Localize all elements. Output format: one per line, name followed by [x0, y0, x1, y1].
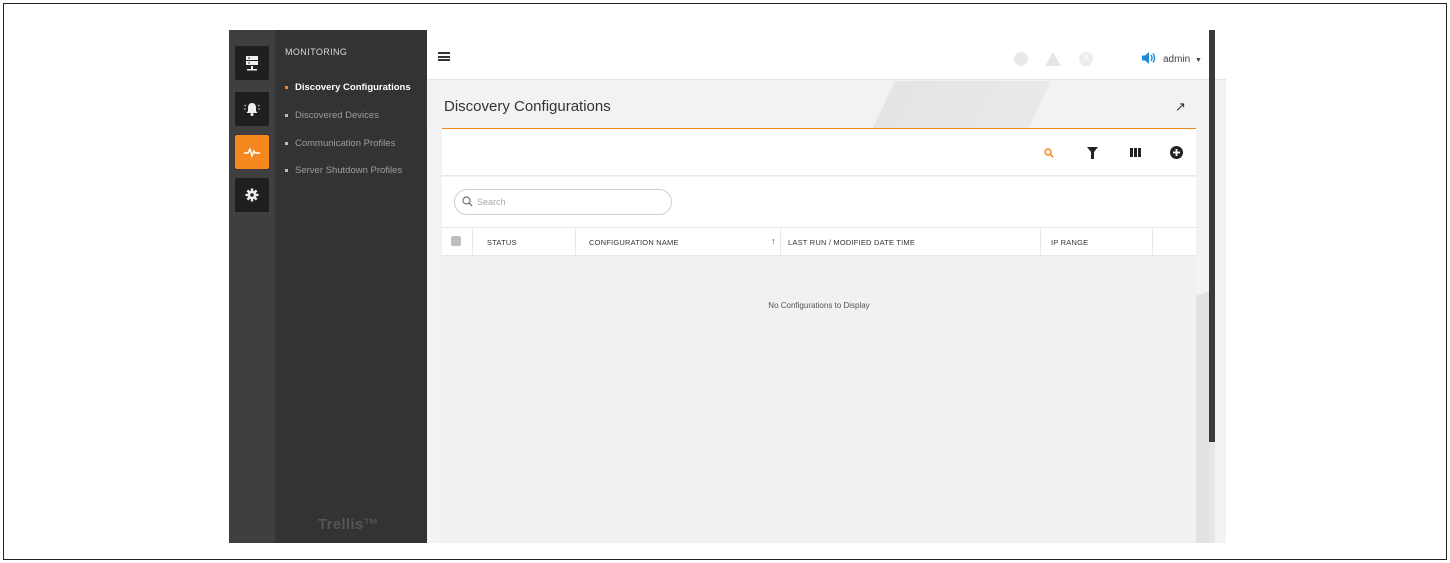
top-bar: ✕ admin ▼: [427, 30, 1226, 80]
pulse-icon[interactable]: [235, 135, 269, 169]
user-menu[interactable]: admin ▼: [1163, 54, 1202, 65]
scrollbar[interactable]: [1209, 30, 1215, 543]
sort-ascending-icon[interactable]: ↑: [771, 236, 776, 246]
icon-rail: [229, 30, 275, 543]
column-header-configuration-name[interactable]: CONFIGURATION NAME: [589, 238, 679, 247]
column-divider: [1152, 228, 1153, 256]
error-status-icon[interactable]: ✕: [1079, 52, 1093, 66]
add-configuration-icon[interactable]: [1170, 146, 1183, 159]
chevron-down-icon: ▼: [1195, 57, 1202, 64]
speaker-icon[interactable]: [1141, 51, 1157, 65]
bullet: [285, 142, 288, 145]
nav-item-discovery-configurations[interactable]: Discovery Configurations: [285, 82, 411, 93]
sidebar-nav: MONITORING Discovery Configurations Disc…: [275, 30, 427, 543]
warning-status-icon[interactable]: [1045, 52, 1061, 66]
nav-item-label: Communication Profiles: [295, 138, 396, 149]
info-status-icon[interactable]: [1014, 52, 1028, 66]
main-content: ✕ admin ▼ Discovery Configurations ↗ Sea…: [427, 30, 1226, 543]
column-header-ip-range[interactable]: IP RANGE: [1051, 238, 1088, 247]
expand-icon[interactable]: ↗: [1175, 99, 1186, 115]
server-icon[interactable]: [235, 46, 269, 80]
decorative-edge: [1196, 128, 1209, 543]
search-row: [442, 177, 1196, 227]
columns-icon[interactable]: [1130, 148, 1141, 157]
card-toolbar: [442, 129, 1196, 176]
column-header-last-run[interactable]: LAST RUN / MODIFIED DATE TIME: [788, 238, 915, 247]
hamburger-menu-icon[interactable]: [438, 52, 450, 61]
bullet: [285, 86, 288, 89]
table-header: STATUS CONFIGURATION NAME ↑ LAST RUN / M…: [442, 227, 1196, 256]
search-box[interactable]: [454, 189, 672, 215]
column-divider: [1040, 228, 1041, 256]
app-window: MONITORING Discovery Configurations Disc…: [229, 30, 1226, 543]
brand-logo: Trellis™: [318, 516, 379, 533]
panel-header: Discovery Configurations ↗: [427, 81, 1226, 128]
nav-item-label: Discovered Devices: [295, 110, 379, 121]
column-header-status[interactable]: STATUS: [487, 238, 517, 247]
nav-section-title: MONITORING: [285, 47, 348, 57]
nav-item-label: Server Shutdown Profiles: [295, 165, 403, 176]
scrollbar-thumb[interactable]: [1209, 30, 1215, 442]
nav-item-server-shutdown-profiles[interactable]: Server Shutdown Profiles: [285, 165, 402, 176]
nav-item-communication-profiles[interactable]: Communication Profiles: [285, 138, 395, 149]
search-input[interactable]: [477, 195, 657, 209]
bullet: [285, 114, 288, 117]
configurations-card: STATUS CONFIGURATION NAME ↑ LAST RUN / M…: [442, 128, 1196, 543]
nav-item-discovered-devices[interactable]: Discovered Devices: [285, 110, 379, 121]
page-title: Discovery Configurations: [444, 98, 611, 115]
filter-icon[interactable]: [1087, 147, 1098, 159]
empty-state-message: No Configurations to Display: [768, 301, 870, 310]
search-input-icon: [462, 196, 473, 207]
user-name: admin: [1163, 54, 1191, 65]
column-divider: [780, 228, 781, 256]
alarm-bell-icon[interactable]: [235, 92, 269, 126]
nav-item-label: Discovery Configurations: [295, 82, 411, 93]
search-icon[interactable]: [1044, 148, 1054, 158]
column-divider: [472, 228, 473, 256]
gear-icon[interactable]: [235, 178, 269, 212]
select-all-checkbox[interactable]: [451, 236, 461, 246]
column-divider: [575, 228, 576, 256]
bullet: [285, 169, 288, 172]
